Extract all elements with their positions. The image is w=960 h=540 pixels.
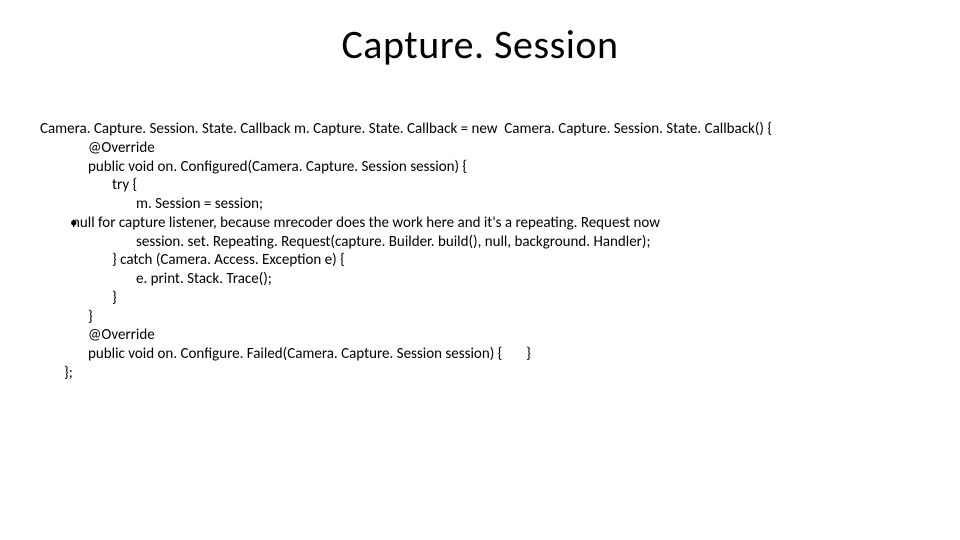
slide-title: Capture. Session	[0, 20, 960, 69]
code-line: };	[40, 364, 920, 383]
code-line: public void on. Configure. Failed(Camera…	[40, 345, 920, 364]
bullet-marker: •	[40, 214, 72, 233]
code-block: Camera. Capture. Session. State. Callbac…	[40, 120, 920, 383]
code-line: Camera. Capture. Session. State. Callbac…	[40, 120, 920, 139]
code-line: }	[40, 289, 920, 308]
slide: Capture. Session Camera. Capture. Sessio…	[0, 0, 960, 540]
code-line: null for capture listener, because mreco…	[72, 214, 660, 233]
code-line: public void on. Configured(Camera. Captu…	[40, 158, 920, 177]
bullet-row: • null for capture listener, because mre…	[40, 214, 920, 233]
code-line: @Override	[40, 139, 920, 158]
code-line: @Override	[40, 326, 920, 345]
code-line: try {	[40, 176, 920, 195]
code-line: m. Session = session;	[40, 195, 920, 214]
code-line: session. set. Repeating. Request(capture…	[40, 233, 920, 252]
code-line: } catch (Camera. Access. Exception e) {	[40, 251, 920, 270]
code-line: e. print. Stack. Trace();	[40, 270, 920, 289]
code-line: }	[40, 308, 920, 327]
